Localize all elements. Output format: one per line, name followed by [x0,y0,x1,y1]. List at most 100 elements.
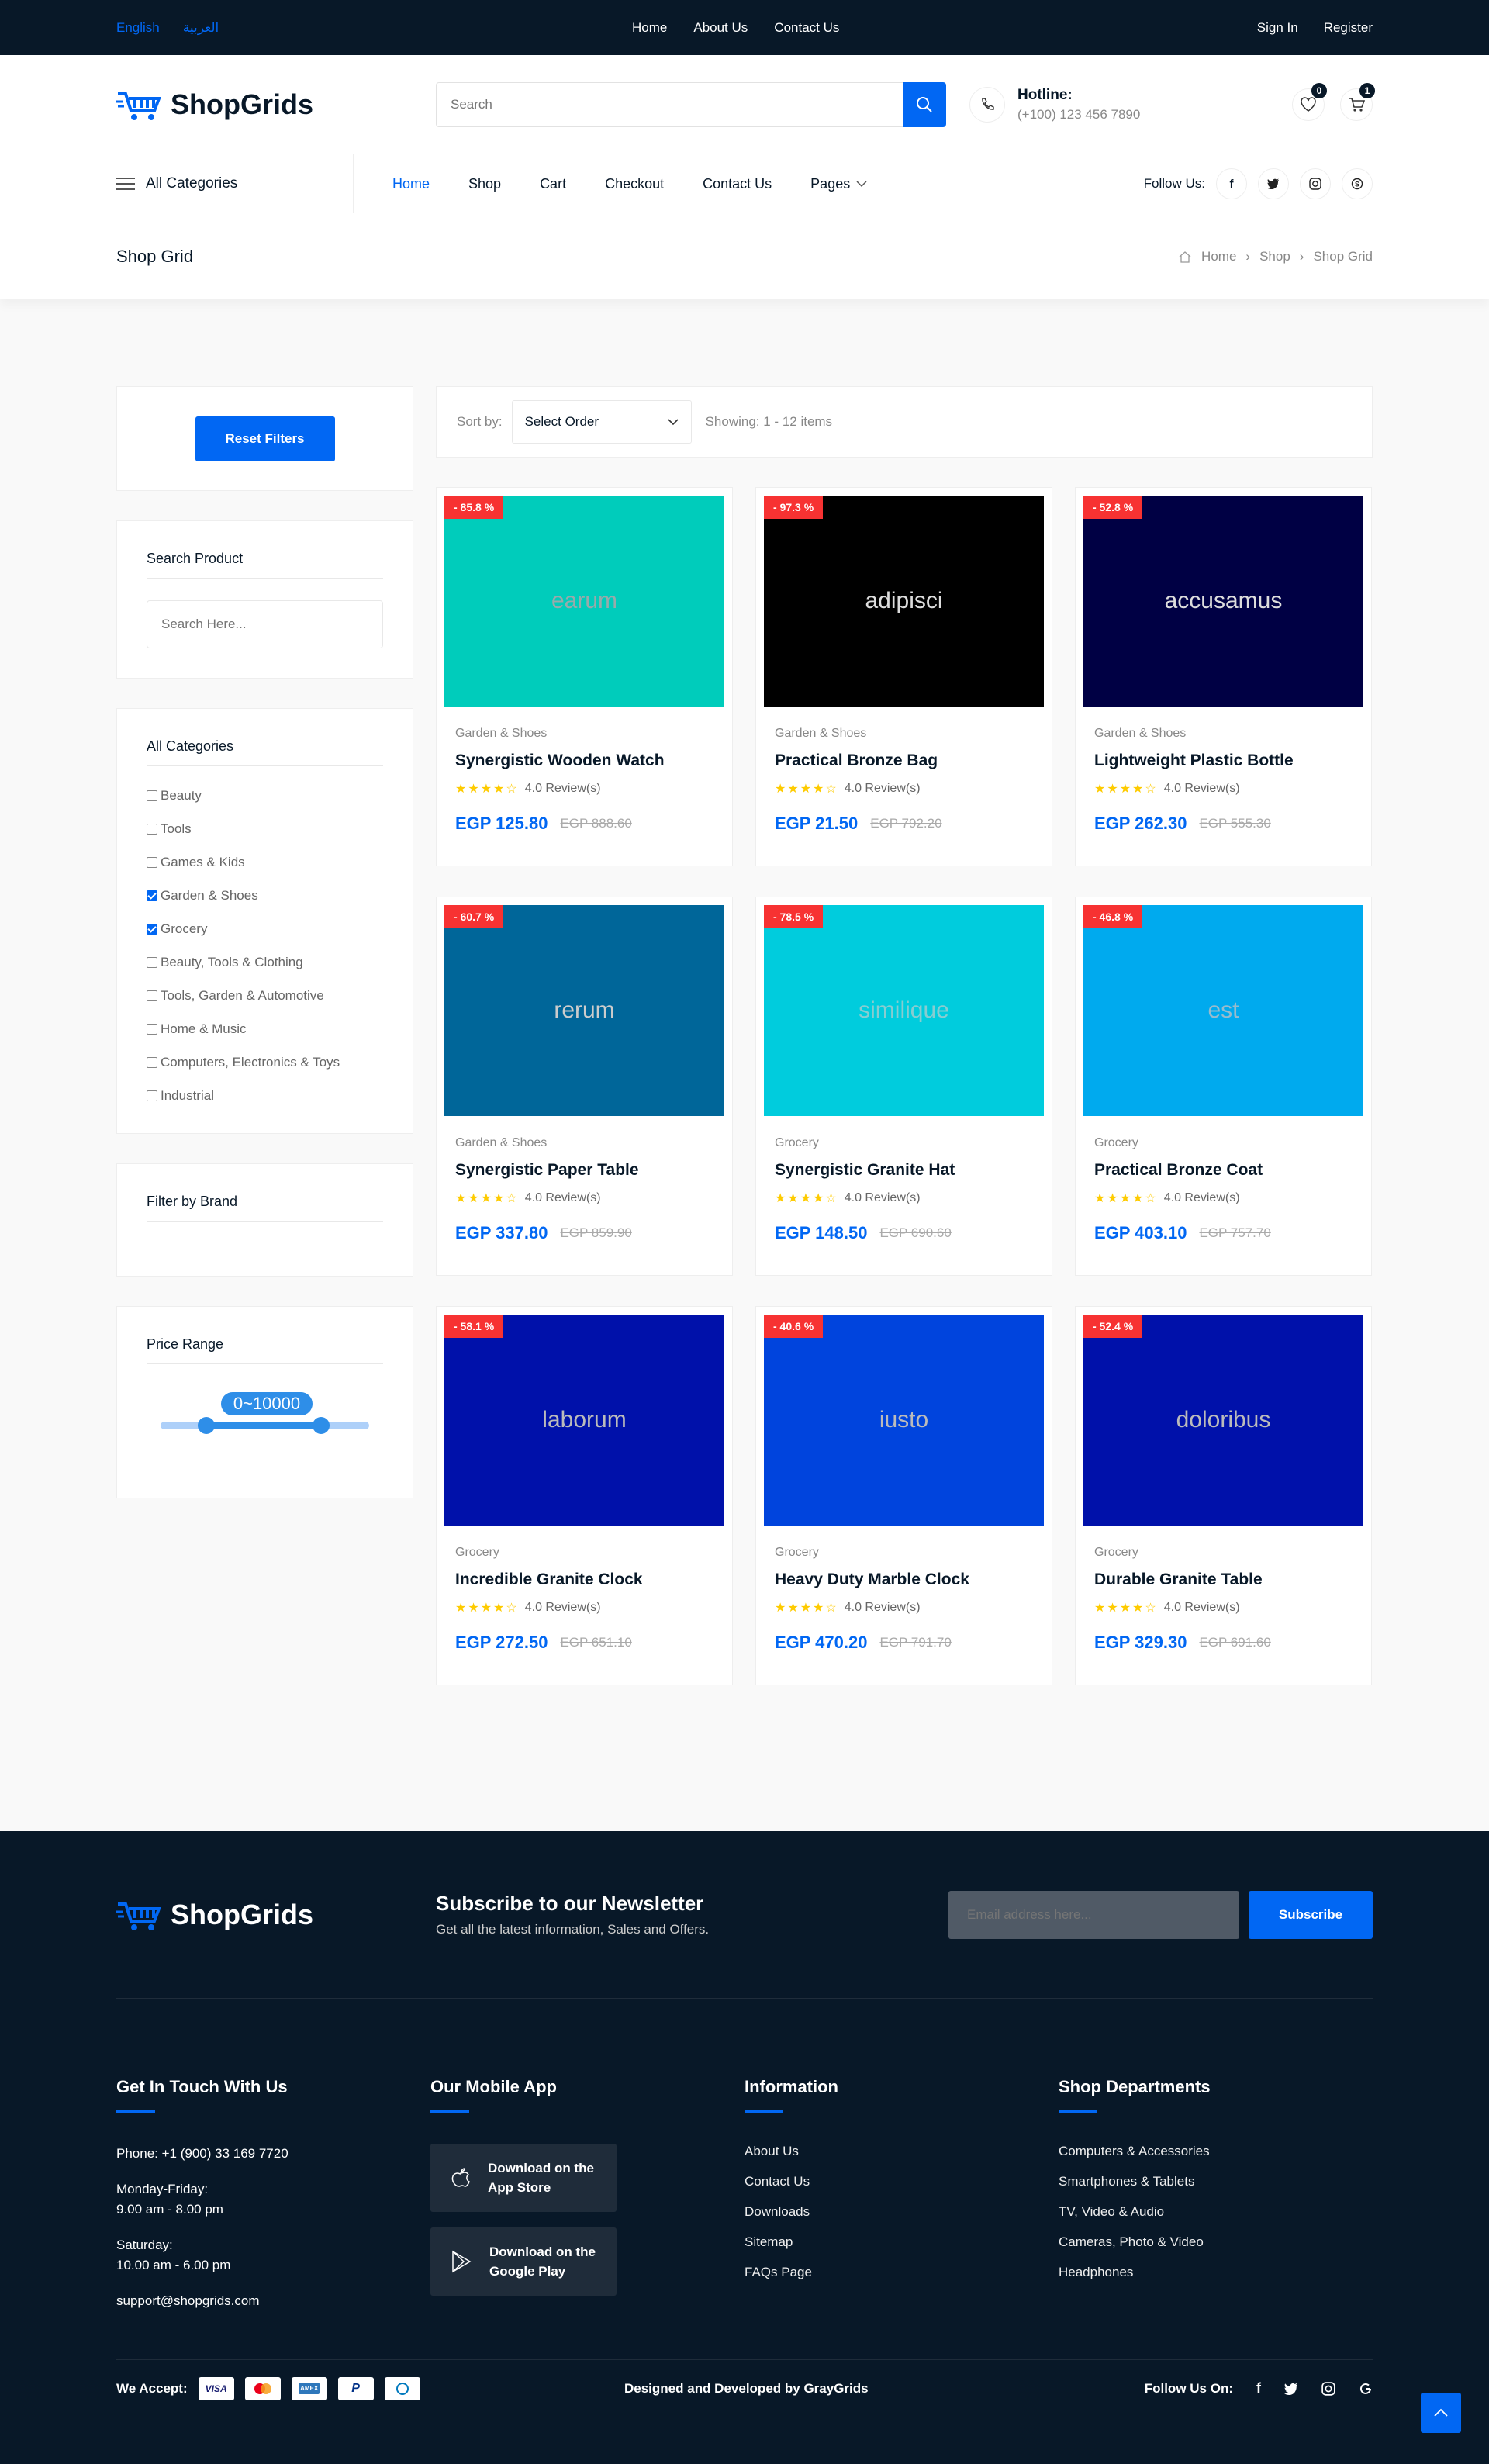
breadcrumb-home[interactable]: Home [1201,249,1236,264]
nav-shop[interactable]: Shop [468,176,501,192]
category-item[interactable]: Garden & Shoes [147,888,383,904]
subscribe-button[interactable]: Subscribe [1249,1890,1373,1939]
scroll-to-top-button[interactable] [1421,2393,1461,2433]
category-item[interactable]: Computers, Electronics & Toys [147,1055,383,1070]
facebook-icon[interactable]: f [1256,2380,1261,2397]
twitter-icon[interactable] [1284,2383,1298,2395]
product-image[interactable]: earum - 85.8 % [444,496,724,707]
search-input[interactable] [436,82,903,127]
app-store-button[interactable]: Download on the App Store [430,2144,617,2212]
product-card[interactable]: iusto - 40.6 % Grocery Heavy Duty Marble Cl… [755,1306,1052,1685]
product-image[interactable]: accusamus - 52.8 % [1083,496,1363,707]
breadcrumb-shop[interactable]: Shop [1259,249,1290,264]
product-image[interactable]: iusto - 40.6 % [764,1315,1044,1526]
product-image[interactable]: doloribus - 52.4 % [1083,1315,1363,1526]
product-image[interactable]: est - 46.8 % [1083,905,1363,1116]
product-name[interactable]: Incredible Granite Clock [455,1571,713,1589]
product-card[interactable]: accusamus - 52.8 % Garden & Shoes Lightweig… [1075,487,1372,866]
category-checkbox[interactable] [147,1090,157,1101]
category-item[interactable]: Beauty, Tools & Clothing [147,955,383,970]
category-checkbox[interactable] [147,824,157,835]
product-card[interactable]: est - 46.8 % Grocery Practical Bronze Coat ★… [1075,897,1372,1276]
product-image[interactable]: laborum - 58.1 % [444,1315,724,1526]
instagram-icon[interactable] [1321,2381,1335,2396]
product-card[interactable]: earum - 85.8 % Garden & Shoes Synergistic W… [436,487,733,866]
nav-pages[interactable]: Pages [810,176,867,192]
all-categories-button[interactable]: All Categories [116,154,354,213]
info-link-contact[interactable]: Contact Us [744,2174,1059,2189]
slider-min-handle[interactable] [198,1417,215,1434]
nav-cart[interactable]: Cart [540,176,566,192]
info-link-faqs[interactable]: FAQs Page [744,2265,1059,2280]
product-card[interactable]: doloribus - 52.4 % Grocery Durable Granite … [1075,1306,1372,1685]
price-slider[interactable]: 0~10000 [147,1372,383,1434]
category-checkbox[interactable] [147,890,157,901]
instagram-icon[interactable] [1300,168,1331,199]
category-item[interactable]: Tools, Garden & Automotive [147,988,383,1004]
register-link[interactable]: Register [1324,20,1373,36]
top-link-about[interactable]: About Us [693,20,748,36]
product-name[interactable]: Practical Bronze Coat [1094,1161,1353,1180]
search-button[interactable] [903,82,946,127]
category-item[interactable]: Home & Music [147,1021,383,1037]
sort-select[interactable]: Select Order [511,400,692,444]
category-item[interactable]: Games & Kids [147,855,383,870]
skype-icon[interactable]: S [1342,168,1373,199]
logo[interactable]: ShopGrids [116,88,436,122]
newsletter-email-input[interactable] [948,1890,1239,1939]
product-name[interactable]: Heavy Duty Marble Clock [775,1571,1033,1589]
top-link-home[interactable]: Home [632,20,667,36]
contact-email[interactable]: support@shopgrids.com [116,2291,430,2311]
info-link-downloads[interactable]: Downloads [744,2204,1059,2220]
wishlist-button[interactable]: 0 [1292,83,1327,121]
reset-filters-button[interactable]: Reset Filters [195,416,335,461]
category-checkbox[interactable] [147,924,157,935]
product-name[interactable]: Practical Bronze Bag [775,752,1033,770]
product-name[interactable]: Synergistic Wooden Watch [455,752,713,770]
category-checkbox[interactable] [147,1024,157,1035]
category-checkbox[interactable] [147,790,157,801]
dept-link-tv[interactable]: TV, Video & Audio [1059,2204,1373,2220]
category-item[interactable]: Grocery [147,921,383,937]
product-name[interactable]: Lightweight Plastic Bottle [1094,752,1353,770]
category-item[interactable]: Tools [147,821,383,837]
google-icon[interactable] [1359,2382,1373,2396]
product-image[interactable]: rerum - 60.7 % [444,905,724,1116]
lang-english[interactable]: English [116,20,160,36]
dept-link-computers[interactable]: Computers & Accessories [1059,2144,1373,2159]
nav-home[interactable]: Home [392,176,430,192]
category-checkbox[interactable] [147,990,157,1001]
product-search-input[interactable] [147,600,383,648]
top-link-contact[interactable]: Contact Us [774,20,839,36]
facebook-icon[interactable]: f [1216,168,1247,199]
product-card[interactable]: adipisci - 97.3 % Garden & Shoes Practical … [755,487,1052,866]
info-link-about[interactable]: About Us [744,2144,1059,2159]
lang-arabic[interactable]: العربية [183,20,219,36]
slider-max-handle[interactable] [313,1417,330,1434]
footer-logo[interactable]: ShopGrids [116,1898,436,1932]
twitter-icon[interactable] [1258,168,1289,199]
category-checkbox[interactable] [147,857,157,868]
category-checkbox[interactable] [147,957,157,968]
product-name[interactable]: Synergistic Granite Hat [775,1161,1033,1180]
info-link-sitemap[interactable]: Sitemap [744,2234,1059,2250]
dept-link-smartphones[interactable]: Smartphones & Tablets [1059,2174,1373,2189]
dept-link-cameras[interactable]: Cameras, Photo & Video [1059,2234,1373,2250]
nav-contact[interactable]: Contact Us [703,176,772,192]
category-item[interactable]: Beauty [147,788,383,803]
category-checkbox[interactable] [147,1057,157,1068]
dept-link-headphones[interactable]: Headphones [1059,2265,1373,2280]
nav-checkout[interactable]: Checkout [605,176,664,192]
product-name[interactable]: Synergistic Paper Table [455,1161,713,1180]
cart-button[interactable]: 1 [1340,83,1375,121]
product-card[interactable]: laborum - 58.1 % Grocery Incredible Granite… [436,1306,733,1685]
product-card[interactable]: rerum - 60.7 % Garden & Shoes Synergistic P… [436,897,733,1276]
signin-link[interactable]: Sign In [1257,20,1298,36]
category-item[interactable]: Industrial [147,1088,383,1104]
product-image[interactable]: adipisci - 97.3 % [764,496,1044,707]
product-name[interactable]: Durable Granite Table [1094,1571,1353,1589]
star-icon: ★ [480,1192,492,1205]
google-play-button[interactable]: Download on the Google Play [430,2227,617,2296]
product-card[interactable]: similique - 78.5 % Grocery Synergistic Gran… [755,897,1052,1276]
product-image[interactable]: similique - 78.5 % [764,905,1044,1116]
